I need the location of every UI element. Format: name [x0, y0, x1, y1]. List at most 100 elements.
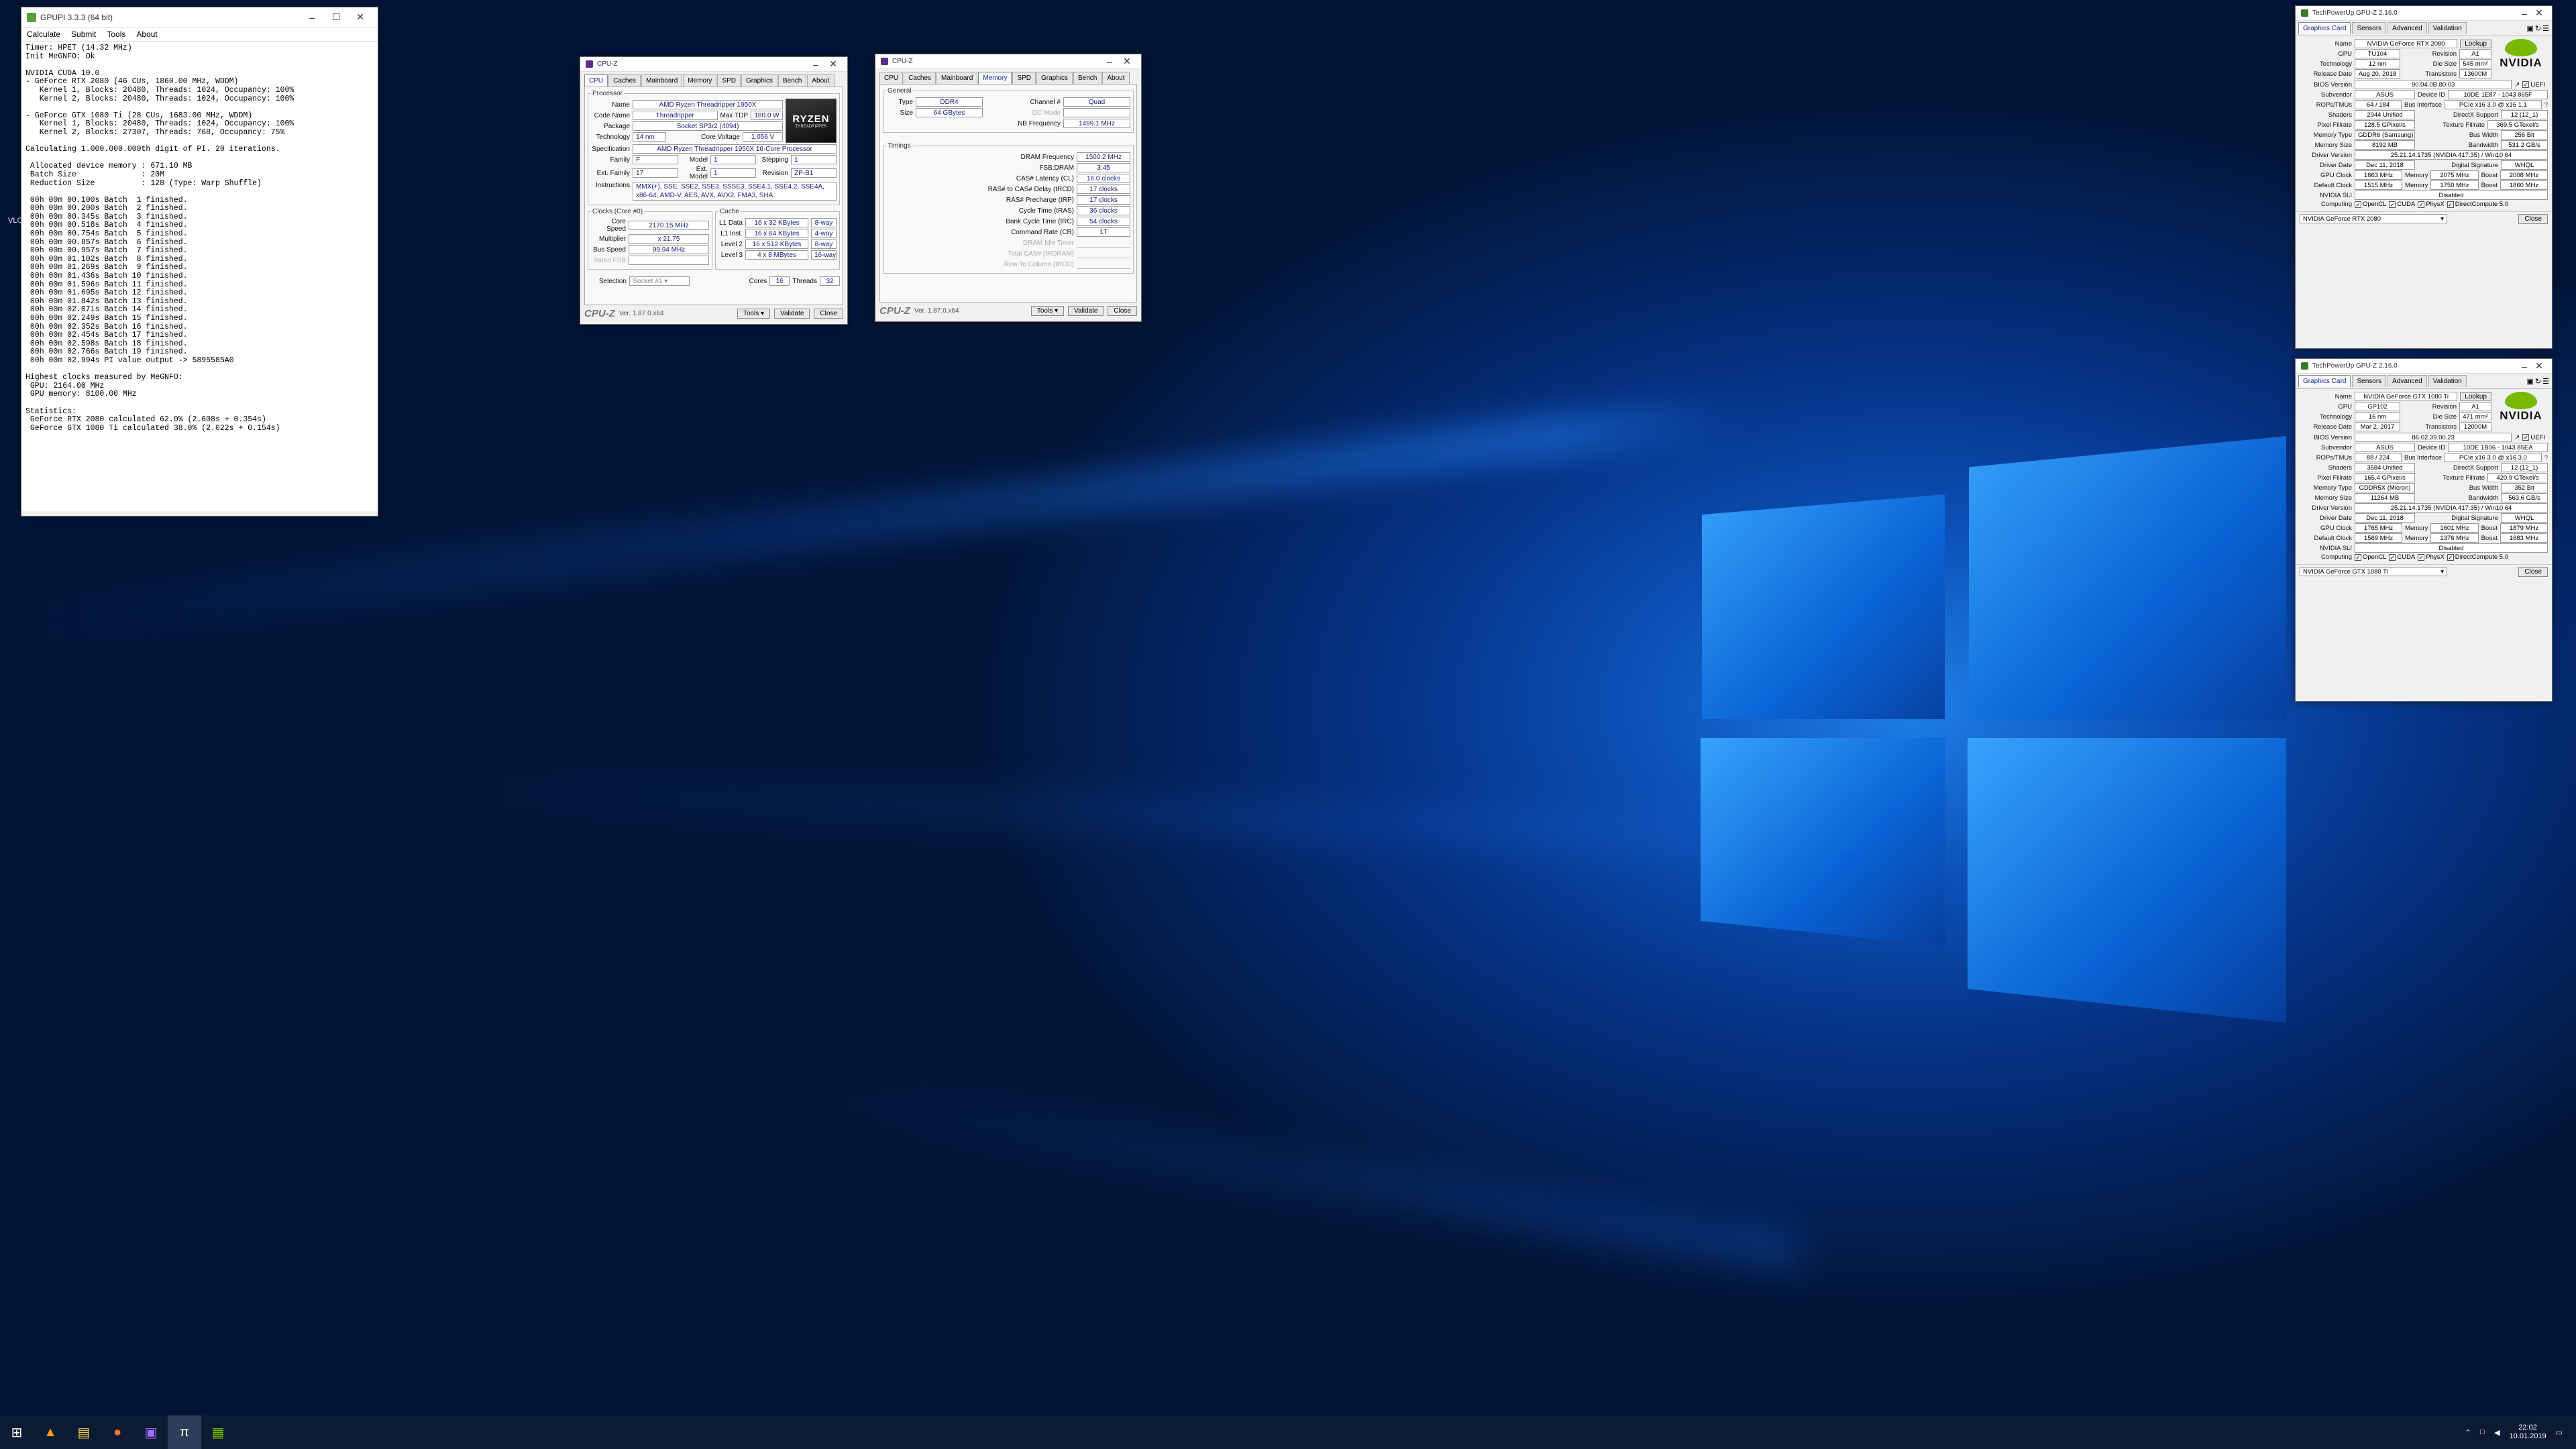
tab-spd[interactable]: SPD: [717, 74, 741, 87]
gpupi-output-log[interactable]: Timer: HPET (14.32 MHz)Init MeGNFO: Ok​N…: [21, 42, 378, 511]
volume-icon[interactable]: ◀: [2494, 1428, 2500, 1437]
tools-button[interactable]: Tools ▾: [737, 309, 771, 319]
hamburger-menu-icon[interactable]: ☰: [2542, 377, 2549, 386]
gpuz-gtx1080ti-window[interactable]: TechPowerUp GPU-Z 2.16.0 – ✕ Graphics Ca…: [2295, 358, 2553, 702]
compute-checkbox[interactable]: ✓ DirectCompute 5.0: [2447, 201, 2508, 208]
help-icon[interactable]: ?: [2544, 454, 2548, 462]
lookup-button[interactable]: Lookup: [2460, 392, 2491, 401]
cpuz-cpu-window[interactable]: CPU-Z – ✕ CPU Caches Mainboard Memory SPD Gra…: [580, 56, 848, 325]
cpuz-memory-window[interactable]: CPU-Z – ✕ CPU Caches Mainboard Memory SPD Gra…: [875, 54, 1142, 322]
tab-about[interactable]: About: [1102, 72, 1130, 84]
validate-button[interactable]: Validate: [1068, 306, 1104, 316]
tab-caches[interactable]: Caches: [904, 72, 936, 84]
chevron-up-icon[interactable]: ⌃: [2465, 1428, 2471, 1437]
tools-label: Tools: [1036, 307, 1053, 315]
gpu-select[interactable]: NVIDIA GeForce GTX 1080 Ti ▾: [2300, 567, 2447, 576]
minimize-icon[interactable]: –: [2517, 361, 2532, 372]
close-icon[interactable]: ✕: [824, 58, 842, 70]
close-button[interactable]: Close: [814, 309, 843, 319]
network-icon[interactable]: □: [2480, 1428, 2485, 1436]
tab-mainboard[interactable]: Mainboard: [641, 74, 683, 87]
share-icon[interactable]: ↗: [2514, 81, 2520, 89]
log-line: ​: [25, 399, 374, 408]
gpupi-title-bar[interactable]: GPUPI 3.3.3 (64 bit) – ☐ ✕: [21, 7, 378, 28]
compute-checkbox[interactable]: ✓ PhysX: [2418, 201, 2445, 208]
tab-sensors[interactable]: Sensors: [2352, 22, 2387, 34]
tab-spd[interactable]: SPD: [1012, 72, 1036, 84]
compute-checkbox[interactable]: ✓ OpenCL: [2355, 201, 2386, 208]
tab-cpu[interactable]: CPU: [584, 74, 608, 87]
help-icon[interactable]: ?: [2544, 101, 2548, 109]
minimize-icon[interactable]: –: [1101, 56, 1118, 67]
tab-memory[interactable]: Memory: [978, 72, 1012, 84]
close-icon[interactable]: ✕: [348, 11, 372, 23]
minimize-icon[interactable]: –: [2517, 8, 2532, 19]
cpuz-title-bar[interactable]: CPU-Z – ✕: [875, 54, 1141, 69]
tab-graphics[interactable]: Graphics: [1036, 72, 1073, 84]
close-icon[interactable]: ✕: [2532, 7, 2546, 19]
validate-button[interactable]: Validate: [774, 309, 810, 319]
gpupi-window[interactable]: GPUPI 3.3.3 (64 bit) – ☐ ✕ Calculate Sub…: [21, 7, 378, 517]
menu-submit[interactable]: Submit: [71, 30, 96, 39]
tab-advanced[interactable]: Advanced: [2387, 22, 2427, 34]
hamburger-menu-icon[interactable]: ☰: [2542, 24, 2549, 33]
clock[interactable]: 22:02 10.01.2019: [2510, 1424, 2546, 1441]
menu-calculate[interactable]: Calculate: [27, 30, 60, 39]
menu-tools[interactable]: Tools: [107, 30, 125, 39]
refresh-icon[interactable]: ↻: [2535, 377, 2541, 386]
tab-graphics[interactable]: Graphics: [741, 74, 777, 87]
tab-about[interactable]: About: [807, 74, 835, 87]
camera-icon[interactable]: ▣: [2527, 24, 2534, 33]
tab-sensors[interactable]: Sensors: [2352, 375, 2387, 387]
tab-bench[interactable]: Bench: [1073, 72, 1102, 84]
start-windows-icon[interactable]: ⊞: [0, 1415, 34, 1449]
tab-graphics-card[interactable]: Graphics Card: [2298, 375, 2351, 387]
compute-checkbox[interactable]: ✓ CUDA: [2389, 201, 2415, 208]
uefi-checkbox[interactable]: ✓ UEFI: [2522, 81, 2545, 89]
gpuz-title-bar[interactable]: TechPowerUp GPU-Z 2.16.0 – ✕: [2296, 359, 2552, 374]
gpu-select[interactable]: NVIDIA GeForce RTX 2080 ▾: [2300, 214, 2447, 223]
gpuz-taskbar-icon[interactable]: ▦: [201, 1415, 235, 1449]
close-button[interactable]: Close: [2518, 566, 2548, 577]
family-value: F: [633, 155, 678, 164]
tab-validation[interactable]: Validation: [2428, 375, 2467, 387]
tab-advanced[interactable]: Advanced: [2387, 375, 2427, 387]
uefi-checkbox[interactable]: ✓ UEFI: [2522, 434, 2545, 441]
menu-about[interactable]: About: [136, 30, 157, 39]
close-button[interactable]: Close: [2518, 213, 2548, 224]
cpuz-title-bar[interactable]: CPU-Z – ✕: [580, 57, 847, 72]
vlc-taskbar-icon[interactable]: ▲: [34, 1415, 67, 1449]
label: Instructions: [595, 182, 630, 189]
compute-checkbox[interactable]: ✓ DirectCompute 5.0: [2447, 553, 2508, 561]
compute-checkbox[interactable]: ✓ CUDA: [2389, 553, 2415, 561]
gpuz-rtx2080-window[interactable]: TechPowerUp GPU-Z 2.16.0 – ✕ Graphics Ca…: [2295, 5, 2553, 349]
maximize-icon[interactable]: ☐: [324, 11, 348, 23]
tab-graphics-card[interactable]: Graphics Card: [2298, 22, 2351, 34]
close-icon[interactable]: ✕: [1118, 56, 1136, 67]
tools-button[interactable]: Tools ▾: [1030, 306, 1065, 316]
share-icon[interactable]: ↗: [2514, 434, 2520, 441]
tab-mainboard[interactable]: Mainboard: [936, 72, 978, 84]
lookup-button[interactable]: Lookup: [2460, 39, 2491, 48]
firefox-icon[interactable]: ●: [101, 1415, 134, 1449]
notification-icon[interactable]: ▭: [2556, 1428, 2563, 1437]
socket-select[interactable]: Socket #1 ▾: [629, 276, 690, 286]
minimize-icon[interactable]: –: [300, 12, 324, 23]
tab-cpu[interactable]: CPU: [879, 72, 904, 84]
close-button[interactable]: Close: [1108, 306, 1137, 316]
tab-memory[interactable]: Memory: [683, 74, 717, 87]
tab-bench[interactable]: Bench: [778, 74, 807, 87]
tab-caches[interactable]: Caches: [608, 74, 641, 87]
tab-validation[interactable]: Validation: [2428, 22, 2467, 34]
refresh-icon[interactable]: ↻: [2535, 24, 2541, 33]
minimize-icon[interactable]: –: [807, 59, 824, 70]
cpuz-taskbar-icon[interactable]: ▣: [134, 1415, 168, 1449]
memory-size-value: 8192 MB: [2355, 140, 2415, 150]
compute-checkbox[interactable]: ✓ PhysX: [2418, 553, 2445, 561]
file-explorer-icon[interactable]: ▤: [67, 1415, 101, 1449]
gpupi-taskbar-icon[interactable]: π: [168, 1415, 201, 1449]
compute-checkbox[interactable]: ✓ OpenCL: [2355, 553, 2386, 561]
camera-icon[interactable]: ▣: [2527, 377, 2534, 386]
close-icon[interactable]: ✕: [2532, 360, 2546, 372]
gpuz-title-bar[interactable]: TechPowerUp GPU-Z 2.16.0 – ✕: [2296, 6, 2552, 21]
